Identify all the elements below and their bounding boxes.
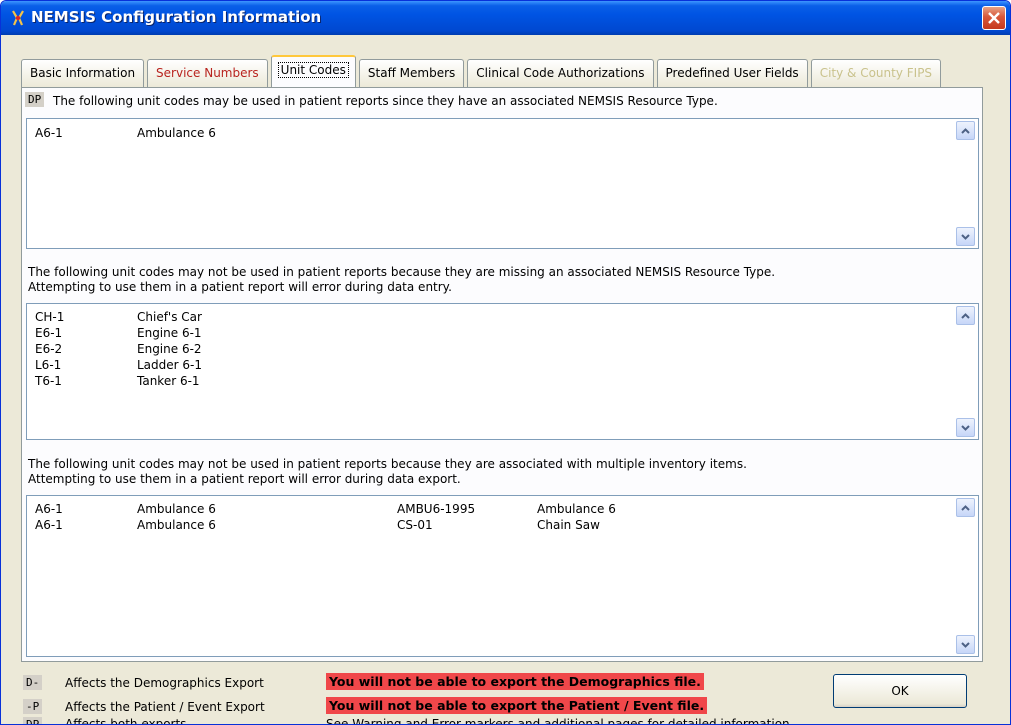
scroll-down-button[interactable]: [956, 635, 975, 654]
close-icon: [988, 12, 1000, 24]
patient-legend-label: Affects the Patient / Event Export: [65, 700, 265, 714]
section3-line1: The following unit codes may not be used…: [28, 457, 747, 471]
app-icon: [12, 10, 24, 26]
tab-unit-codes-label: Unit Codes: [277, 62, 349, 78]
ok-button[interactable]: OK: [833, 674, 967, 708]
unit-code: T6-1: [35, 374, 62, 388]
scroll-down-button[interactable]: [956, 418, 975, 437]
list-item[interactable]: L6-1 Ladder 6-1: [27, 358, 978, 374]
tab-unit-codes[interactable]: Unit Codes: [270, 55, 356, 87]
chevron-down-icon: [961, 233, 970, 240]
demographics-legend-label: Affects the Demographics Export: [65, 676, 264, 690]
tab-clinical-code-authorizations[interactable]: Clinical Code Authorizations: [467, 59, 654, 87]
unit-name: Engine 6-1: [137, 326, 202, 340]
missing-resource-type-list[interactable]: CH-1 Chief's Car E6-1 Engine 6-1 E6-2 En…: [26, 303, 979, 440]
list-item[interactable]: A6-1 Ambulance 6: [27, 126, 978, 142]
section1-description: The following unit codes may be used in …: [53, 94, 718, 108]
chevron-up-icon: [961, 504, 970, 511]
inventory-name: Chain Saw: [537, 518, 600, 532]
list-item[interactable]: A6-1 Ambulance 6 AMBU6-1995 Ambulance 6: [27, 502, 978, 518]
unit-name: Engine 6-2: [137, 342, 202, 356]
demographics-marker: D-: [23, 675, 43, 690]
chevron-down-icon: [961, 641, 970, 648]
list-item[interactable]: E6-1 Engine 6-1: [27, 326, 978, 342]
list-item[interactable]: A6-1 Ambulance 6 CS-01 Chain Saw: [27, 518, 978, 534]
tab-strip: Basic Information Service Numbers Unit C…: [21, 55, 944, 87]
chevron-up-icon: [961, 127, 970, 134]
both-legend-label: Affects both exports: [65, 717, 187, 725]
tab-staff-members[interactable]: Staff Members: [358, 59, 465, 87]
patient-marker: -P: [23, 699, 43, 714]
inventory-code: CS-01: [397, 518, 433, 532]
window-title: NEMSIS Configuration Information: [31, 8, 322, 26]
unit-code: A6-1: [35, 126, 63, 140]
scroll-up-button[interactable]: [956, 306, 975, 325]
tab-predefined-user-fields[interactable]: Predefined User Fields: [656, 59, 808, 87]
unit-code: E6-1: [35, 326, 63, 340]
section3-line2: Attempting to use them in a patient repo…: [28, 472, 461, 486]
unit-name: Ambulance 6: [137, 126, 216, 140]
chevron-up-icon: [961, 312, 970, 319]
section2-line1: The following unit codes may not be used…: [28, 265, 776, 279]
unit-code: CH-1: [35, 310, 65, 324]
patient-warning: You will not be able to export the Patie…: [326, 697, 708, 714]
unit-name: Ambulance 6: [137, 502, 216, 516]
scroll-down-button[interactable]: [956, 227, 975, 246]
unit-name: Tanker 6-1: [137, 374, 200, 388]
detail-info-note: See Warning and Error markers and additi…: [326, 717, 794, 725]
list-item[interactable]: E6-2 Engine 6-2: [27, 342, 978, 358]
tab-basic-information[interactable]: Basic Information: [21, 59, 145, 87]
close-button[interactable]: [982, 6, 1006, 30]
tab-service-numbers[interactable]: Service Numbers: [147, 59, 268, 87]
unit-code: L6-1: [35, 358, 62, 372]
unit-name: Ambulance 6: [137, 518, 216, 532]
unit-code: E6-2: [35, 342, 63, 356]
list-item[interactable]: CH-1 Chief's Car: [27, 310, 978, 326]
chevron-down-icon: [961, 424, 970, 431]
title-bar[interactable]: NEMSIS Configuration Information: [1, 1, 1010, 35]
unit-name: Ladder 6-1: [137, 358, 203, 372]
scroll-up-button[interactable]: [956, 498, 975, 517]
unit-code: A6-1: [35, 502, 63, 516]
multiple-inventory-list[interactable]: A6-1 Ambulance 6 AMBU6-1995 Ambulance 6 …: [26, 495, 979, 657]
both-marker: DP: [23, 717, 43, 724]
unit-code: A6-1: [35, 518, 63, 532]
dp-marker: DP: [25, 92, 45, 107]
unit-name: Chief's Car: [137, 310, 202, 324]
inventory-code: AMBU6-1995: [397, 502, 476, 516]
list-item[interactable]: T6-1 Tanker 6-1: [27, 374, 978, 390]
inventory-name: Ambulance 6: [537, 502, 616, 516]
tab-city-county-fips[interactable]: City & County FIPS: [810, 59, 942, 87]
usable-units-list[interactable]: A6-1 Ambulance 6: [26, 118, 979, 249]
demographics-warning: You will not be able to export the Demog…: [326, 673, 704, 690]
scroll-up-button[interactable]: [956, 121, 975, 140]
nemsis-config-window: NEMSIS Configuration Information Basic I…: [0, 0, 1011, 725]
section2-line2: Attempting to use them in a patient repo…: [28, 280, 452, 294]
